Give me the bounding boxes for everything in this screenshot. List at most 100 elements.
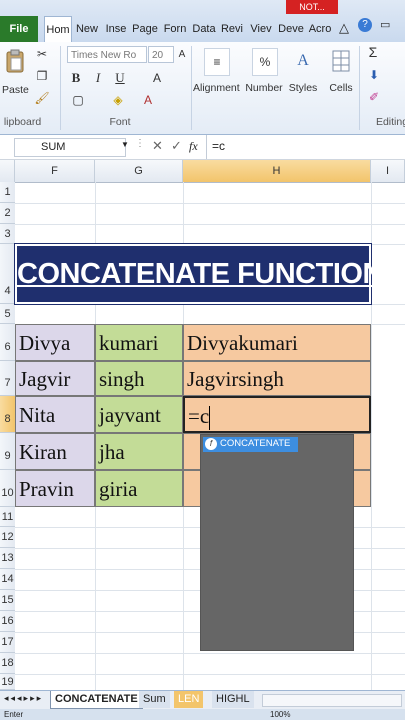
- tab-page-layout[interactable]: Page: [132, 16, 158, 42]
- grow-font-icon[interactable]: A: [176, 46, 188, 63]
- cell-g10[interactable]: giria: [95, 470, 183, 507]
- cell-f10[interactable]: Pravin: [15, 470, 95, 507]
- row-header-17[interactable]: 17: [0, 632, 15, 653]
- caret-up-icon[interactable]: △: [339, 20, 349, 36]
- enter-icon[interactable]: ✓: [171, 138, 182, 154]
- tab-formulas[interactable]: Forn: [162, 16, 188, 42]
- formula-input[interactable]: =c: [212, 139, 225, 153]
- row-header-1[interactable]: 1: [0, 182, 15, 203]
- row-header-9[interactable]: 9: [0, 433, 15, 470]
- sheet-nav-arrows-icon[interactable]: ◂◂◂▸▸▸: [4, 693, 43, 704]
- minimize-icon[interactable]: ▭: [380, 18, 390, 31]
- cancel-icon[interactable]: ✕: [152, 138, 163, 154]
- ribbon-separator: [359, 46, 360, 130]
- cell-f8[interactable]: Nita: [15, 396, 95, 433]
- editing-group-label: Editing: [375, 116, 405, 128]
- cell-h7[interactable]: Jagvirsingh: [183, 361, 371, 396]
- underline-button[interactable]: U: [114, 70, 126, 86]
- tab-data[interactable]: Data: [192, 16, 216, 42]
- font-size-dropdown[interactable]: 20: [148, 46, 174, 63]
- column-header-h[interactable]: H: [183, 160, 371, 182]
- cell-f9[interactable]: Kiran: [15, 433, 95, 470]
- column-header-i[interactable]: I: [371, 160, 405, 182]
- row-header-11[interactable]: 11: [0, 507, 15, 527]
- row-header-13[interactable]: 13: [0, 548, 15, 569]
- column-header-g[interactable]: G: [95, 160, 183, 182]
- bold-button[interactable]: B: [70, 70, 82, 86]
- name-box-value: SUM: [41, 141, 66, 153]
- insert-function-button[interactable]: fx: [189, 139, 198, 154]
- format-painter-icon[interactable]: 🖌: [34, 90, 50, 106]
- row-header-3[interactable]: 3: [0, 224, 15, 244]
- row-header-16[interactable]: 16: [0, 611, 15, 632]
- sheet-tab-concatenate[interactable]: CONCATENATE: [50, 691, 143, 709]
- cell-g6[interactable]: kumari: [95, 324, 183, 361]
- paste-label[interactable]: Paste: [2, 84, 29, 96]
- row-header-10[interactable]: 10: [0, 470, 15, 507]
- text-color-icon[interactable]: A: [140, 92, 156, 108]
- cell-g7[interactable]: singh: [95, 361, 183, 396]
- cell-h8-active[interactable]: =c: [183, 396, 371, 433]
- row-header-8[interactable]: 8: [0, 396, 15, 433]
- row-header-15[interactable]: 15: [0, 590, 15, 611]
- row-header-5[interactable]: 5: [0, 304, 15, 324]
- row-header-14[interactable]: 14: [0, 569, 15, 590]
- row-header-7[interactable]: 7: [0, 361, 15, 396]
- tab-home[interactable]: Hom: [44, 16, 72, 43]
- column-header-f[interactable]: F: [15, 160, 95, 182]
- tab-view[interactable]: Viev: [248, 16, 274, 42]
- row-header-4[interactable]: 4: [0, 244, 15, 304]
- name-box[interactable]: SUM: [14, 138, 126, 157]
- alignment-icon[interactable]: ≡: [204, 48, 230, 76]
- select-all-corner[interactable]: [0, 160, 15, 182]
- paste-icon[interactable]: [4, 48, 26, 74]
- font-name-dropdown[interactable]: Times New Ro: [67, 46, 147, 63]
- tab-file[interactable]: File: [0, 16, 38, 42]
- tab-insert[interactable]: Inse: [104, 16, 128, 42]
- row-header-6[interactable]: 6: [0, 324, 15, 361]
- row-header-19[interactable]: 19: [0, 674, 15, 690]
- copy-icon[interactable]: ❐: [34, 68, 50, 84]
- horizontal-scrollbar[interactable]: [262, 694, 402, 707]
- cell-g8[interactable]: jayvant: [95, 396, 183, 433]
- clear-icon[interactable]: ✐: [367, 90, 381, 104]
- function-icon: f: [205, 438, 217, 450]
- sheet-tab-sum[interactable]: Sum: [139, 691, 170, 708]
- sheet-tab-len[interactable]: LEN: [174, 691, 204, 708]
- fill-icon[interactable]: ⬇: [367, 68, 381, 82]
- alert-button[interactable]: NOT...: [286, 0, 338, 14]
- title-banner: CONCATENATE FUNCTION: [14, 243, 383, 305]
- autosum-icon[interactable]: Σ: [366, 44, 380, 60]
- font-color-icon[interactable]: A: [150, 70, 164, 86]
- cells-label[interactable]: Cells: [326, 82, 356, 94]
- help-icon[interactable]: ?: [358, 18, 372, 32]
- cell-g9[interactable]: jha: [95, 433, 183, 470]
- cut-icon[interactable]: ✂: [34, 46, 50, 62]
- fill-color-icon[interactable]: ◈: [110, 92, 126, 108]
- tab-acrobat[interactable]: Acro: [307, 16, 333, 42]
- sheet-tab-bar: ◂◂◂▸▸▸ CONCATENATE Sum LEN HIGHL: [0, 690, 405, 710]
- splitter-icon: ⋮: [135, 138, 145, 149]
- border-icon[interactable]: ▢: [70, 92, 86, 108]
- zoom-level[interactable]: 100%: [270, 709, 290, 720]
- tab-developer[interactable]: Deve: [278, 16, 304, 42]
- tab-review[interactable]: Revi: [220, 16, 244, 42]
- sheet-tab-highl[interactable]: HIGHL: [212, 691, 254, 708]
- percent-icon[interactable]: %: [252, 48, 278, 76]
- styles-label[interactable]: Styles: [287, 82, 319, 94]
- autocomplete-item-concatenate[interactable]: f CONCATENATE: [203, 437, 298, 452]
- cell-h6[interactable]: Divyakumari: [183, 324, 371, 361]
- alignment-label[interactable]: Alignment: [193, 82, 240, 94]
- name-box-dropdown-icon[interactable]: ▼: [121, 140, 129, 149]
- italic-button[interactable]: I: [92, 70, 104, 86]
- text-cursor: [209, 406, 211, 431]
- row-header-18[interactable]: 18: [0, 653, 15, 674]
- tab-new[interactable]: New: [75, 16, 99, 42]
- styles-icon[interactable]: A: [292, 48, 314, 74]
- number-label[interactable]: Number: [244, 82, 284, 94]
- row-header-2[interactable]: 2: [0, 203, 15, 224]
- cell-f7[interactable]: Jagvir: [15, 361, 95, 396]
- cell-f6[interactable]: Divya: [15, 324, 95, 361]
- cells-icon[interactable]: [331, 48, 351, 74]
- row-header-12[interactable]: 12: [0, 527, 15, 548]
